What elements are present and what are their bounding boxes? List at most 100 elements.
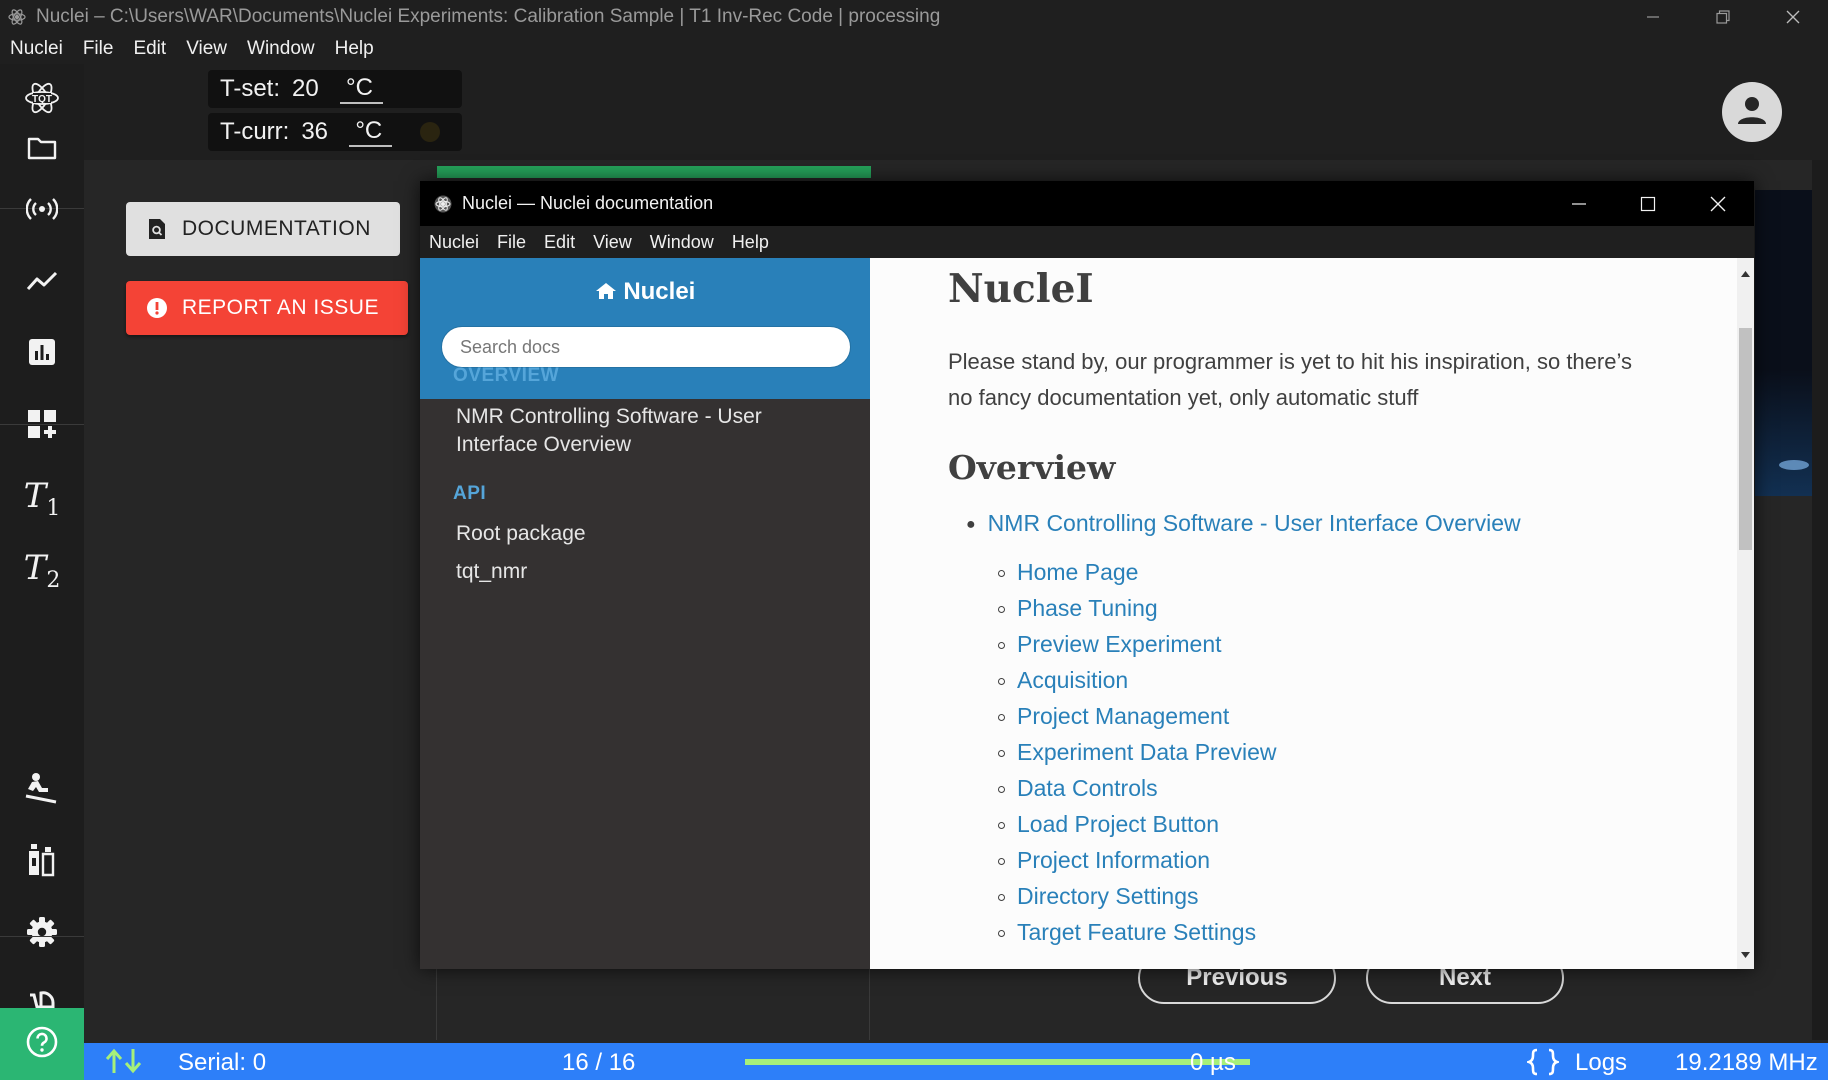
rail-help[interactable] <box>0 1008 84 1080</box>
rail-widgets[interactable] <box>0 390 84 462</box>
rail-settings[interactable] <box>0 898 84 970</box>
active-panel-tab[interactable] <box>437 166 871 178</box>
report-issue-label: REPORT AN ISSUE <box>182 296 379 319</box>
rail-samples[interactable] <box>0 826 84 898</box>
doc-menu-nuclei[interactable]: Nuclei <box>420 232 488 253</box>
doc-scroll-thumb[interactable] <box>1739 328 1752 550</box>
doc-menu-window[interactable]: Window <box>641 232 723 253</box>
menu-nuclei[interactable]: Nuclei <box>0 38 73 60</box>
sidebar-section-overview: OVERVIEW <box>453 365 560 386</box>
header-strip: T-set: 20 °C T-curr: 36 °C <box>84 64 1828 160</box>
documentation-label: DOCUMENTATION <box>182 217 371 240</box>
doc-menu-edit[interactable]: Edit <box>535 232 584 253</box>
folder-icon <box>27 136 57 165</box>
alert-icon <box>146 297 168 319</box>
progress-bar-fill <box>745 1059 1250 1065</box>
toc-item[interactable]: Experiment Data Preview <box>998 737 1277 773</box>
toc-item[interactable]: Directory Settings <box>998 881 1277 917</box>
app-titlebar: Nuclei – C:\Users\WAR\Documents\Nuclei E… <box>0 0 1828 34</box>
braces-icon <box>1524 1048 1562 1080</box>
doc-maximize-button[interactable] <box>1614 181 1682 226</box>
scroll-up-icon[interactable] <box>1741 264 1750 282</box>
intro-paragraph: Please stand by, our programmer is yet t… <box>948 349 1632 410</box>
doc-menubar: Nuclei File Edit View Window Help <box>420 226 1754 258</box>
doc-menu-help[interactable]: Help <box>723 232 778 253</box>
menu-window[interactable]: Window <box>237 38 325 60</box>
doc-menu-view[interactable]: View <box>584 232 641 253</box>
restore-button[interactable] <box>1688 0 1758 34</box>
help-icon <box>26 1026 58 1063</box>
toc-item[interactable]: Phase Tuning <box>998 593 1277 629</box>
page-title: NucleI <box>948 266 1094 312</box>
avatar[interactable] <box>1722 82 1782 142</box>
close-button[interactable] <box>1758 0 1828 34</box>
bullet <box>998 570 1005 578</box>
doc-scrollbar[interactable] <box>1737 258 1754 969</box>
broadcast-icon <box>25 197 59 225</box>
toc-list: Home Page Phase Tuning Preview Experimen… <box>998 557 1277 953</box>
doc-content: NucleI Please stand by, our programmer i… <box>870 258 1737 969</box>
sidebar-link-ui-overview[interactable]: NMR Controlling Software - User Interfac… <box>456 403 816 459</box>
sidebar-section-api: API <box>453 483 487 504</box>
menu-help[interactable]: Help <box>325 38 384 60</box>
toc-top-link[interactable]: NMR Controlling Software - User Interfac… <box>988 510 1521 536</box>
status-led <box>420 122 441 142</box>
toc-item[interactable]: Project Management <box>998 701 1277 737</box>
toc-item[interactable]: Home Page <box>998 557 1277 593</box>
app-window-controls <box>1618 0 1828 34</box>
bottles-icon <box>27 843 57 882</box>
t2-icon: T2 <box>23 547 61 593</box>
tset-label: T-set: <box>220 75 281 102</box>
menu-edit[interactable]: Edit <box>123 38 176 60</box>
bullet: ● <box>966 515 976 533</box>
preview-glow <box>1755 370 1813 496</box>
toc-item[interactable]: Target Feature Settings <box>998 917 1277 953</box>
tcurr-value: 36 <box>301 118 329 145</box>
bullet <box>998 714 1005 722</box>
toc-top-item[interactable]: ● NMR Controlling Software - User Interfa… <box>966 510 1521 537</box>
bullet <box>998 894 1005 902</box>
logs-button[interactable]: Logs <box>1575 1049 1627 1077</box>
menu-view[interactable]: View <box>176 38 237 60</box>
tset-value[interactable]: 20 <box>292 75 340 103</box>
preview-image-panel <box>1755 190 1813 496</box>
doc-home-link[interactable]: Nuclei <box>420 278 870 306</box>
scroll-down-icon[interactable] <box>1741 945 1750 963</box>
menu-file[interactable]: File <box>73 38 124 60</box>
rail-sledding[interactable] <box>0 754 84 826</box>
add-dashboard-icon <box>27 409 57 444</box>
toc-item[interactable]: Acquisition <box>998 665 1277 701</box>
report-issue-button[interactable]: REPORT AN ISSUE <box>126 281 408 335</box>
sync-arrows-icon <box>104 1047 144 1080</box>
rail-tuning[interactable] <box>0 175 84 247</box>
rail-preview[interactable] <box>0 247 84 319</box>
rail-t1[interactable]: T1 <box>0 462 84 534</box>
rail-t2[interactable]: T2 <box>0 534 84 606</box>
doc-menu-file[interactable]: File <box>488 232 535 253</box>
sidebar-link-root-package[interactable]: Root package <box>456 520 816 548</box>
minimize-button[interactable] <box>1618 0 1688 34</box>
search-input[interactable] <box>441 326 851 368</box>
documentation-button[interactable]: DOCUMENTATION <box>126 202 400 256</box>
line-chart-icon <box>26 270 58 297</box>
rail-acquisition[interactable] <box>0 318 84 390</box>
toc-item[interactable]: Project Information <box>998 845 1277 881</box>
status-bar: Serial: 0 16 / 16 0 µs Logs 19.2189 MHz <box>84 1043 1828 1080</box>
panel-divider <box>869 960 870 1040</box>
bullet <box>998 642 1005 650</box>
doc-minimize-button[interactable] <box>1545 181 1613 226</box>
tcurr-display: T-curr: 36 °C <box>208 113 462 151</box>
doc-close-button[interactable] <box>1684 181 1752 226</box>
toc-item[interactable]: Preview Experiment <box>998 629 1277 665</box>
gear-icon <box>27 916 57 952</box>
progress-text: 16 / 16 <box>562 1049 636 1076</box>
svg-text:TQT: TQT <box>32 94 52 105</box>
bullet <box>998 858 1005 866</box>
doc-window-titlebar: Nuclei — Nuclei documentation <box>420 181 1754 226</box>
sidebar-link-tqt-nmr[interactable]: tqt_nmr <box>456 558 816 586</box>
toc-item[interactable]: Data Controls <box>998 773 1277 809</box>
toc-item[interactable]: Load Project Button <box>998 809 1277 845</box>
t1-icon: T1 <box>23 475 61 521</box>
main-scrollbar[interactable] <box>1812 160 1828 1040</box>
preview-glint <box>1779 460 1809 470</box>
